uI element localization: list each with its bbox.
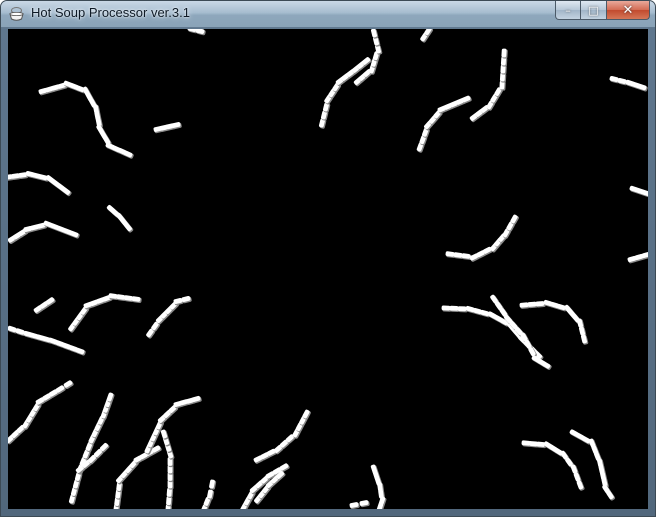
creature	[420, 29, 434, 43]
app-window: Hot Soup Processor ver.3.1 – □ ✕	[0, 0, 656, 517]
maximize-button[interactable]: □	[581, 1, 607, 20]
creature-canvas	[8, 29, 648, 509]
creature	[8, 380, 74, 445]
creature	[441, 305, 544, 361]
creature	[253, 409, 311, 464]
creature	[8, 220, 80, 244]
creature	[8, 170, 72, 197]
creature-segment	[501, 48, 507, 58]
creature	[33, 297, 56, 315]
creature	[160, 429, 175, 509]
creature-segment	[609, 75, 619, 83]
creature-segment	[617, 77, 627, 85]
creature	[370, 464, 387, 509]
window-controls: – □ ✕	[555, 1, 650, 20]
creature	[609, 75, 648, 92]
creature	[469, 48, 508, 123]
window-title: Hot Soup Processor ver.3.1	[31, 5, 190, 20]
creature	[627, 251, 648, 264]
soup-bowl-icon[interactable]	[8, 6, 25, 23]
creature	[349, 500, 370, 509]
creature	[153, 122, 182, 134]
creature	[569, 429, 616, 501]
creature	[445, 214, 519, 262]
creature-segment	[519, 302, 529, 308]
creature	[519, 299, 589, 345]
title-bar[interactable]: Hot Soup Processor ver.3.1 – □ ✕	[1, 1, 655, 27]
minimize-icon: –	[565, 3, 571, 17]
canvas-area[interactable]	[8, 29, 648, 509]
creature-segment	[578, 326, 586, 336]
creature-segment	[160, 429, 168, 439]
creature	[187, 29, 206, 36]
close-icon: ✕	[622, 2, 634, 18]
creature	[521, 440, 585, 491]
creature	[318, 57, 372, 129]
creature-segment	[535, 301, 545, 307]
creature	[146, 295, 192, 339]
creature	[68, 293, 142, 333]
creature	[144, 395, 202, 455]
creature	[106, 205, 134, 233]
creature	[629, 185, 648, 198]
creature-segment	[576, 318, 584, 328]
creature-segment	[580, 334, 588, 344]
creature	[240, 463, 290, 509]
creature	[200, 479, 217, 509]
creature	[416, 95, 472, 153]
maximize-icon: □	[588, 3, 599, 17]
creature-segment	[457, 306, 467, 312]
creature	[38, 80, 134, 159]
creature-segment	[449, 305, 459, 311]
close-button[interactable]: ✕	[607, 1, 650, 20]
minimize-button[interactable]: –	[555, 1, 581, 20]
creature-segment	[441, 305, 451, 311]
creature	[113, 445, 162, 509]
creature-segment	[527, 301, 537, 307]
